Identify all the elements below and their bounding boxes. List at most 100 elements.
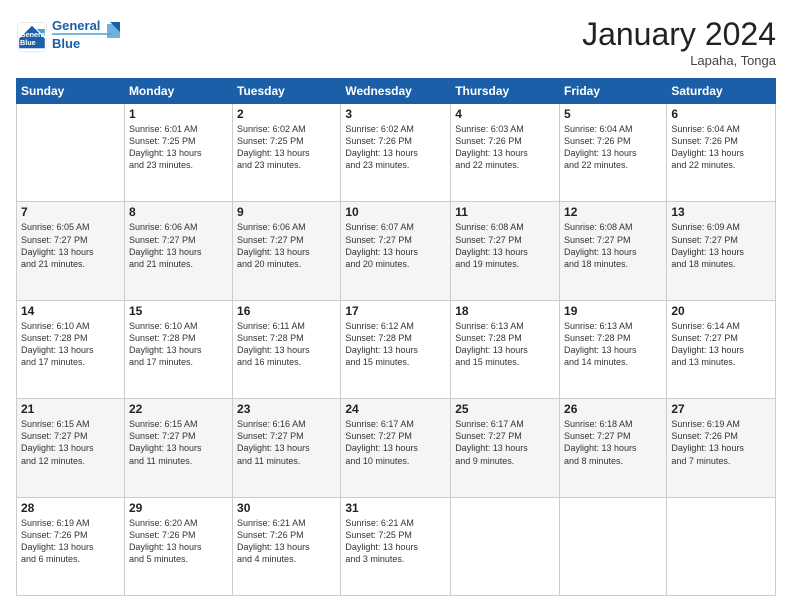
- day-number: 13: [671, 205, 771, 219]
- day-cell: 14 Sunrise: 6:10 AM Sunset: 7:28 PM Dayli…: [17, 300, 125, 398]
- day-number: 19: [564, 304, 662, 318]
- day-number: 7: [21, 205, 120, 219]
- svg-text:Blue: Blue: [20, 38, 36, 47]
- day-info: Sunrise: 6:19 AM Sunset: 7:26 PM Dayligh…: [671, 418, 771, 467]
- day-info: Sunrise: 6:17 AM Sunset: 7:27 PM Dayligh…: [345, 418, 446, 467]
- day-cell: 3 Sunrise: 6:02 AM Sunset: 7:26 PM Daylig…: [341, 104, 451, 202]
- day-cell: [667, 497, 776, 595]
- day-info: Sunrise: 6:01 AM Sunset: 7:25 PM Dayligh…: [129, 123, 228, 172]
- day-cell: 18Sunrise: 6:13 AM Sunset: 7:28 PM Dayli…: [451, 300, 560, 398]
- header: General Blue General Blue January 2024 L…: [16, 16, 776, 68]
- day-number: 12: [564, 205, 662, 219]
- col-header-tuesday: Tuesday: [233, 79, 341, 104]
- svg-text:Blue: Blue: [52, 36, 80, 51]
- day-cell: 25Sunrise: 6:17 AM Sunset: 7:27 PM Dayli…: [451, 399, 560, 497]
- day-number: 11: [455, 205, 555, 219]
- day-cell: 24 Sunrise: 6:17 AM Sunset: 7:27 PM Dayli…: [341, 399, 451, 497]
- day-number: 28: [21, 501, 120, 515]
- day-number: 27: [671, 402, 771, 416]
- day-number: 30: [237, 501, 336, 515]
- day-number: 23: [237, 402, 336, 416]
- day-cell: 22Sunrise: 6:15 AM Sunset: 7:27 PM Dayli…: [124, 399, 232, 497]
- day-info: Sunrise: 6:08 AM Sunset: 7:27 PM Dayligh…: [455, 221, 555, 270]
- day-number: 26: [564, 402, 662, 416]
- day-info: Sunrise: 6:02 AM Sunset: 7:25 PM Dayligh…: [237, 123, 336, 172]
- day-cell: 8 Sunrise: 6:06 AM Sunset: 7:27 PM Daylig…: [124, 202, 232, 300]
- day-cell: 2 Sunrise: 6:02 AM Sunset: 7:25 PM Daylig…: [233, 104, 341, 202]
- day-number: 16: [237, 304, 336, 318]
- col-header-saturday: Saturday: [667, 79, 776, 104]
- day-cell: 27 Sunrise: 6:19 AM Sunset: 7:26 PM Dayli…: [667, 399, 776, 497]
- day-number: 31: [345, 501, 446, 515]
- day-info: Sunrise: 6:15 AM Sunset: 7:27 PM Dayligh…: [129, 418, 228, 467]
- col-header-monday: Monday: [124, 79, 232, 104]
- day-cell: 20Sunrise: 6:14 AM Sunset: 7:27 PM Dayli…: [667, 300, 776, 398]
- day-cell: [451, 497, 560, 595]
- day-info: Sunrise: 6:20 AM Sunset: 7:26 PM Dayligh…: [129, 517, 228, 566]
- day-cell: 26 Sunrise: 6:18 AM Sunset: 7:27 PM Dayli…: [560, 399, 667, 497]
- day-cell: 23 Sunrise: 6:16 AM Sunset: 7:27 PM Dayli…: [233, 399, 341, 497]
- day-number: 9: [237, 205, 336, 219]
- day-number: 17: [345, 304, 446, 318]
- day-info: Sunrise: 6:16 AM Sunset: 7:27 PM Dayligh…: [237, 418, 336, 467]
- col-header-wednesday: Wednesday: [341, 79, 451, 104]
- header-row: SundayMondayTuesdayWednesdayThursdayFrid…: [17, 79, 776, 104]
- day-cell: 16 Sunrise: 6:11 AM Sunset: 7:28 PM Dayli…: [233, 300, 341, 398]
- day-cell: 5Sunrise: 6:04 AM Sunset: 7:26 PM Daylig…: [560, 104, 667, 202]
- day-cell: 15Sunrise: 6:10 AM Sunset: 7:28 PM Dayli…: [124, 300, 232, 398]
- day-cell: 31 Sunrise: 6:21 AM Sunset: 7:25 PM Dayli…: [341, 497, 451, 595]
- day-number: 29: [129, 501, 228, 515]
- day-cell: 4 Sunrise: 6:03 AM Sunset: 7:26 PM Daylig…: [451, 104, 560, 202]
- day-cell: 28Sunrise: 6:19 AM Sunset: 7:26 PM Dayli…: [17, 497, 125, 595]
- page: General Blue General Blue January 2024 L…: [0, 0, 792, 612]
- day-number: 20: [671, 304, 771, 318]
- week-row-1: 1 Sunrise: 6:01 AM Sunset: 7:25 PM Daylig…: [17, 104, 776, 202]
- day-info: Sunrise: 6:02 AM Sunset: 7:26 PM Dayligh…: [345, 123, 446, 172]
- day-info: Sunrise: 6:05 AM Sunset: 7:27 PM Dayligh…: [21, 221, 120, 270]
- day-number: 6: [671, 107, 771, 121]
- day-number: 2: [237, 107, 336, 121]
- day-info: Sunrise: 6:06 AM Sunset: 7:27 PM Dayligh…: [129, 221, 228, 270]
- col-header-sunday: Sunday: [17, 79, 125, 104]
- day-number: 14: [21, 304, 120, 318]
- month-title: January 2024: [582, 16, 776, 53]
- day-cell: 6Sunrise: 6:04 AM Sunset: 7:26 PM Daylig…: [667, 104, 776, 202]
- day-number: 15: [129, 304, 228, 318]
- day-number: 8: [129, 205, 228, 219]
- day-cell: 17 Sunrise: 6:12 AM Sunset: 7:28 PM Dayli…: [341, 300, 451, 398]
- title-block: January 2024 Lapaha, Tonga: [582, 16, 776, 68]
- day-cell: 13Sunrise: 6:09 AM Sunset: 7:27 PM Dayli…: [667, 202, 776, 300]
- day-number: 25: [455, 402, 555, 416]
- logo-icon: General Blue: [16, 21, 48, 53]
- day-number: 5: [564, 107, 662, 121]
- day-number: 24: [345, 402, 446, 416]
- day-cell: 12 Sunrise: 6:08 AM Sunset: 7:27 PM Dayli…: [560, 202, 667, 300]
- day-number: 3: [345, 107, 446, 121]
- day-number: 1: [129, 107, 228, 121]
- day-cell: 21Sunrise: 6:15 AM Sunset: 7:27 PM Dayli…: [17, 399, 125, 497]
- day-cell: 19Sunrise: 6:13 AM Sunset: 7:28 PM Dayli…: [560, 300, 667, 398]
- day-info: Sunrise: 6:03 AM Sunset: 7:26 PM Dayligh…: [455, 123, 555, 172]
- day-cell: 30 Sunrise: 6:21 AM Sunset: 7:26 PM Dayli…: [233, 497, 341, 595]
- week-row-2: 7 Sunrise: 6:05 AM Sunset: 7:27 PM Daylig…: [17, 202, 776, 300]
- day-info: Sunrise: 6:10 AM Sunset: 7:28 PM Dayligh…: [21, 320, 120, 369]
- calendar-table: SundayMondayTuesdayWednesdayThursdayFrid…: [16, 78, 776, 596]
- day-info: Sunrise: 6:08 AM Sunset: 7:27 PM Dayligh…: [564, 221, 662, 270]
- day-info: Sunrise: 6:06 AM Sunset: 7:27 PM Dayligh…: [237, 221, 336, 270]
- svg-text:General: General: [52, 18, 100, 33]
- day-info: Sunrise: 6:15 AM Sunset: 7:27 PM Dayligh…: [21, 418, 120, 467]
- week-row-5: 28Sunrise: 6:19 AM Sunset: 7:26 PM Dayli…: [17, 497, 776, 595]
- day-info: Sunrise: 6:12 AM Sunset: 7:28 PM Dayligh…: [345, 320, 446, 369]
- day-cell: 10Sunrise: 6:07 AM Sunset: 7:27 PM Dayli…: [341, 202, 451, 300]
- logo-text: General Blue: [52, 16, 122, 57]
- day-info: Sunrise: 6:21 AM Sunset: 7:25 PM Dayligh…: [345, 517, 446, 566]
- day-info: Sunrise: 6:21 AM Sunset: 7:26 PM Dayligh…: [237, 517, 336, 566]
- day-number: 10: [345, 205, 446, 219]
- day-info: Sunrise: 6:18 AM Sunset: 7:27 PM Dayligh…: [564, 418, 662, 467]
- location: Lapaha, Tonga: [582, 53, 776, 68]
- logo: General Blue General Blue: [16, 16, 122, 57]
- day-number: 4: [455, 107, 555, 121]
- day-cell: 29 Sunrise: 6:20 AM Sunset: 7:26 PM Dayli…: [124, 497, 232, 595]
- day-cell: 1 Sunrise: 6:01 AM Sunset: 7:25 PM Daylig…: [124, 104, 232, 202]
- day-info: Sunrise: 6:11 AM Sunset: 7:28 PM Dayligh…: [237, 320, 336, 369]
